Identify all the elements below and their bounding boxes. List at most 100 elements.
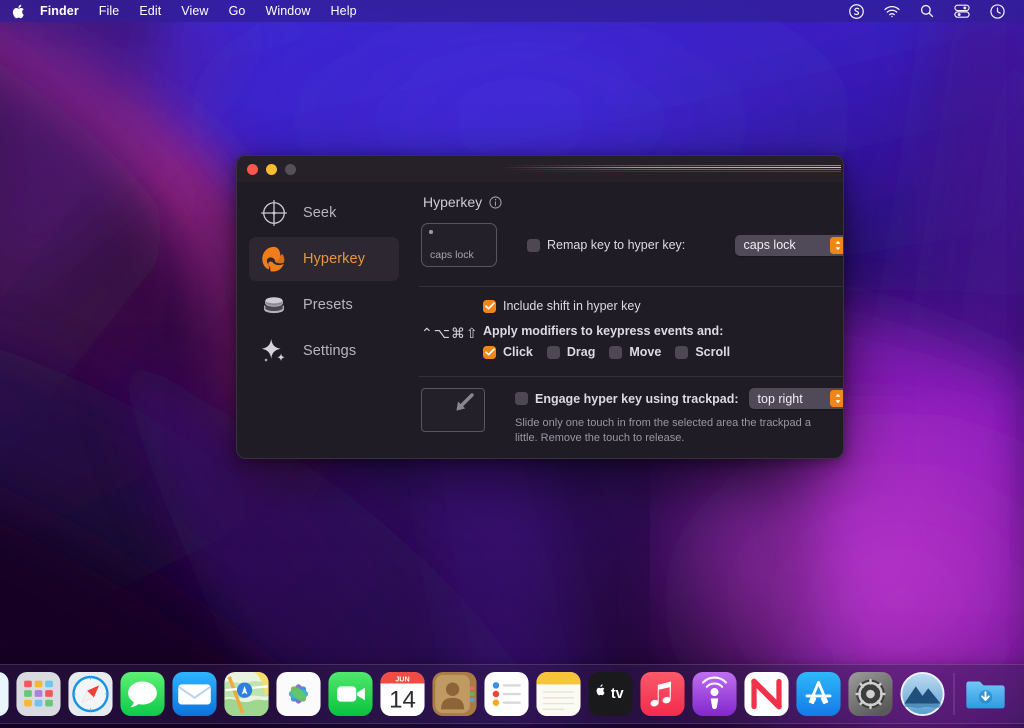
apply-modifiers-label: Apply modifiers to keypress events and: (483, 324, 724, 338)
titlebar-stripe-1 (501, 165, 841, 166)
chevron-updown-icon-2 (829, 390, 843, 407)
window-titlebar[interactable] (237, 156, 843, 182)
sidebar: Seek Hyperkey Presets Settings (237, 182, 409, 458)
maps-icon (224, 671, 269, 717)
dock-item-messages[interactable] (117, 664, 169, 724)
apple-logo-icon[interactable] (0, 4, 38, 19)
contacts-icon (432, 671, 477, 717)
page-title: Hyperkey (423, 194, 483, 210)
include-shift-row: Include shift in hyper key (483, 299, 843, 313)
dock-item-calendar[interactable]: JUN 14 (377, 664, 429, 724)
click-checkbox[interactable] (483, 345, 496, 359)
dock-item-music[interactable] (637, 664, 689, 724)
dock: JUN 14 tv (0, 664, 1024, 724)
dock-item-downloads[interactable] (960, 664, 1012, 724)
move-checkbox[interactable] (609, 345, 623, 359)
trackpad-corner-arrow-icon (421, 388, 485, 432)
tv-label: tv (611, 686, 624, 702)
shottr-icon[interactable] (839, 0, 874, 22)
finder-icon (0, 672, 9, 716)
apple-logo-glyph (12, 4, 24, 18)
sidebar-item-seek[interactable]: Seek (249, 191, 399, 235)
dock-item-facetime[interactable] (325, 664, 377, 724)
dock-item-trash[interactable] (1012, 664, 1024, 724)
trackpad-column: Engage hyper key using trackpad: top rig… (485, 388, 843, 446)
dock-item-tv[interactable]: tv (585, 664, 637, 724)
trackpad-label: Engage hyper key using trackpad: (535, 391, 739, 406)
dock-item-launchpad[interactable] (13, 664, 65, 724)
podcasts-icon (692, 671, 737, 717)
drag-checkbox[interactable] (546, 345, 560, 359)
caps-lock-led-icon (429, 230, 433, 234)
trackpad-row: Engage hyper key using trackpad: top rig… (485, 388, 843, 409)
close-button[interactable] (247, 164, 258, 175)
messages-icon (120, 671, 165, 717)
downloads-folder-icon (966, 681, 1005, 709)
remap-checkbox[interactable] (527, 238, 540, 252)
titlebar-stripe-3 (501, 169, 841, 170)
dock-item-hyperkey[interactable] (897, 664, 949, 724)
menu-item-edit[interactable]: Edit (129, 0, 171, 22)
scroll-checkbox-row: Scroll (675, 345, 730, 359)
calendar-icon: JUN 14 (380, 671, 425, 717)
sidebar-item-settings[interactable]: Settings (249, 329, 399, 373)
remap-label: Remap key to hyper key: (547, 238, 686, 252)
dock-item-news[interactable] (741, 664, 793, 724)
scroll-checkbox[interactable] (675, 345, 689, 359)
dock-item-notes[interactable] (533, 664, 585, 724)
clock-icon[interactable] (980, 0, 1015, 22)
sparkle-icon (257, 334, 291, 368)
include-shift-checkbox[interactable] (483, 299, 496, 313)
menu-item-go[interactable]: Go (219, 0, 256, 22)
event-checkbox-row: Click Drag Move Scroll (483, 345, 843, 359)
traffic-lights (247, 164, 296, 175)
dock-item-maps[interactable] (221, 664, 273, 724)
menu-item-finder[interactable]: Finder (38, 0, 89, 22)
minimize-button[interactable] (266, 164, 277, 175)
sidebar-item-seek-label: Seek (303, 205, 337, 221)
zoom-button[interactable] (285, 164, 296, 175)
news-icon (744, 671, 789, 717)
wifi-icon[interactable] (874, 0, 910, 22)
modifiers-section: ⌃⌥⌘⇧ Include shift in hyper key Apply mo… (419, 287, 843, 369)
window-body: Seek Hyperkey Presets Settings Hyperkey … (237, 182, 843, 458)
dock-item-mail[interactable] (169, 664, 221, 724)
appstore-icon (796, 671, 841, 717)
dock-item-finder[interactable] (0, 664, 13, 724)
click-checkbox-row: Click (483, 345, 533, 359)
dock-item-system-preferences[interactable] (845, 664, 897, 724)
sidebar-item-hyperkey-label: Hyperkey (303, 251, 366, 267)
notes-icon (536, 671, 581, 717)
dock-item-reminders[interactable] (481, 664, 533, 724)
dock-item-appstore[interactable] (793, 664, 845, 724)
dock-item-contacts[interactable] (429, 664, 481, 724)
sidebar-item-presets[interactable]: Presets (249, 283, 399, 327)
trackpad-corner-dropdown[interactable]: top right (748, 388, 843, 409)
info-circle-icon[interactable] (489, 195, 502, 209)
remap-key-dropdown[interactable]: caps lock (734, 234, 843, 256)
sidebar-item-settings-label: Settings (303, 343, 357, 359)
remap-row: Remap key to hyper key: (527, 238, 685, 252)
trackpad-corner-dropdown-value: top right (757, 391, 803, 406)
menu-item-file[interactable]: File (89, 0, 130, 22)
search-icon[interactable] (910, 0, 944, 22)
dock-item-podcasts[interactable] (689, 664, 741, 724)
hyperkey-mountain-icon (900, 671, 945, 717)
sidebar-item-hyperkey[interactable]: Hyperkey (249, 237, 399, 281)
dock-separator (953, 673, 955, 715)
drag-checkbox-row: Drag (546, 345, 595, 359)
system-preferences-icon (848, 671, 893, 717)
photos-icon (276, 671, 321, 717)
trackpad-section: Engage hyper key using trackpad: top rig… (419, 377, 843, 446)
menu-item-view[interactable]: View (171, 0, 218, 22)
dock-item-photos[interactable] (273, 664, 325, 724)
content-pane: Hyperkey caps lock Remap key to hyper ke… (409, 182, 843, 458)
menu-item-help[interactable]: Help (321, 0, 367, 22)
trackpad-checkbox[interactable] (515, 392, 528, 405)
calendar-day: 14 (389, 686, 416, 713)
caps-lock-keycap: caps lock (421, 223, 497, 267)
control-center-icon[interactable] (944, 0, 980, 22)
dock-item-safari[interactable] (65, 664, 117, 724)
menu-item-window[interactable]: Window (255, 0, 320, 22)
titlebar-stripe-2 (501, 167, 841, 168)
